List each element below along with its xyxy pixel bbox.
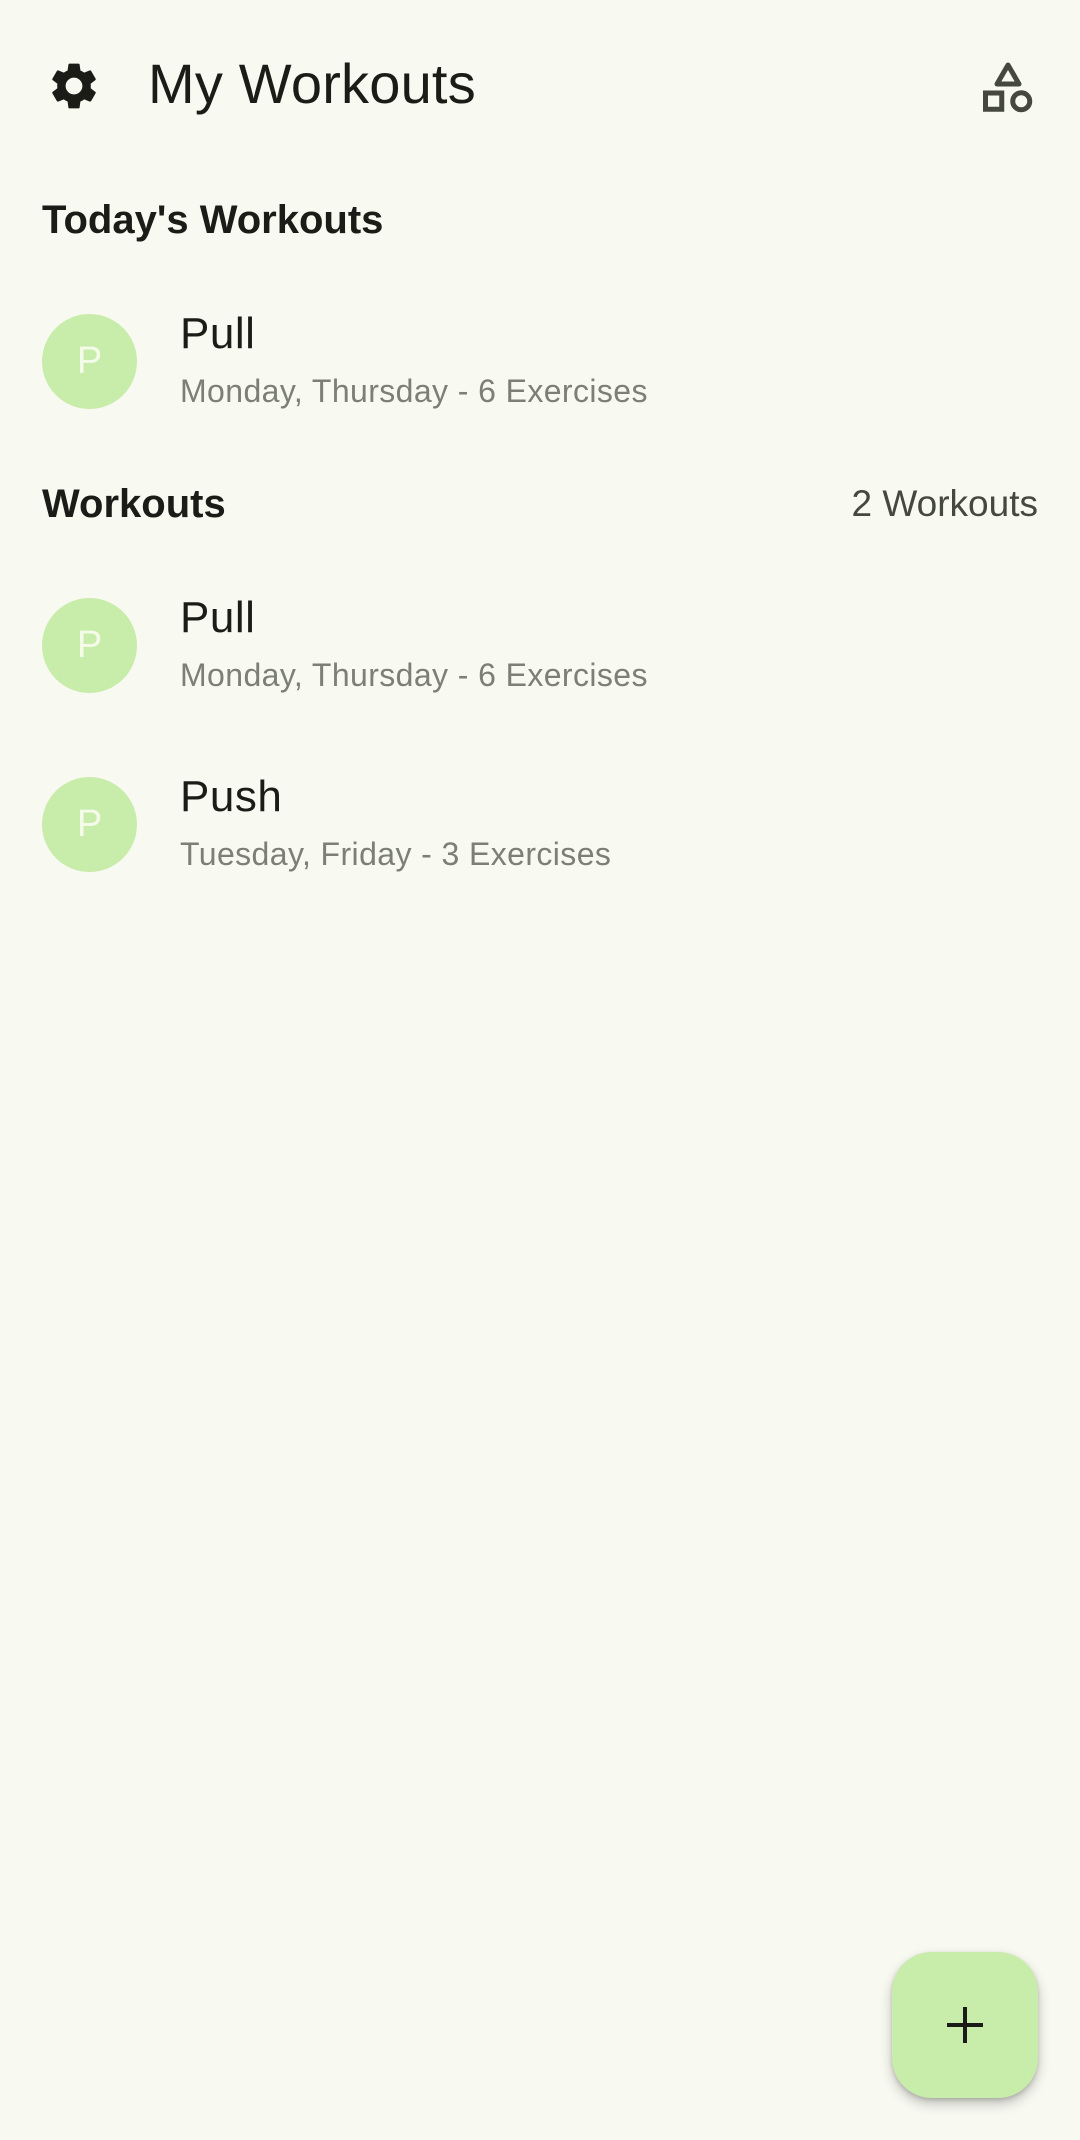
- workout-item-pull[interactable]: P Pull Monday, Thursday - 6 Exercises: [0, 570, 1080, 720]
- workout-schedule: Monday, Thursday - 6 Exercises: [180, 373, 648, 409]
- workout-schedule: Tuesday, Friday - 3 Exercises: [180, 836, 612, 872]
- gear-icon: [52, 63, 96, 109]
- section-title: Workouts: [42, 482, 226, 526]
- shapes-icon: [983, 62, 1033, 113]
- avatar: P: [42, 314, 137, 409]
- todays-workout-item-pull[interactable]: P Pull Monday, Thursday - 6 Exercises: [0, 286, 1080, 436]
- workouts-count: 2 Workouts: [851, 483, 1038, 524]
- shapes-button[interactable]: [970, 50, 1046, 126]
- settings-button[interactable]: [38, 50, 110, 122]
- add-workout-button[interactable]: [892, 1952, 1038, 2098]
- workout-name: Pull: [180, 309, 256, 358]
- workouts-header: Workouts 2 Workouts: [42, 464, 1038, 544]
- plus-icon: [947, 2007, 983, 2043]
- workout-schedule: Monday, Thursday - 6 Exercises: [180, 657, 648, 693]
- section-title: Today's Workouts: [42, 198, 384, 242]
- page-title: My Workouts: [148, 52, 476, 115]
- avatar: P: [42, 598, 137, 693]
- todays-workouts-header: Today's Workouts: [42, 180, 1038, 260]
- avatar: P: [42, 777, 137, 872]
- top-app-bar: My Workouts: [0, 0, 1080, 168]
- workout-item-push[interactable]: P Push Tuesday, Friday - 3 Exercises: [0, 749, 1080, 899]
- workout-name: Pull: [180, 593, 256, 642]
- workout-name: Push: [180, 772, 283, 821]
